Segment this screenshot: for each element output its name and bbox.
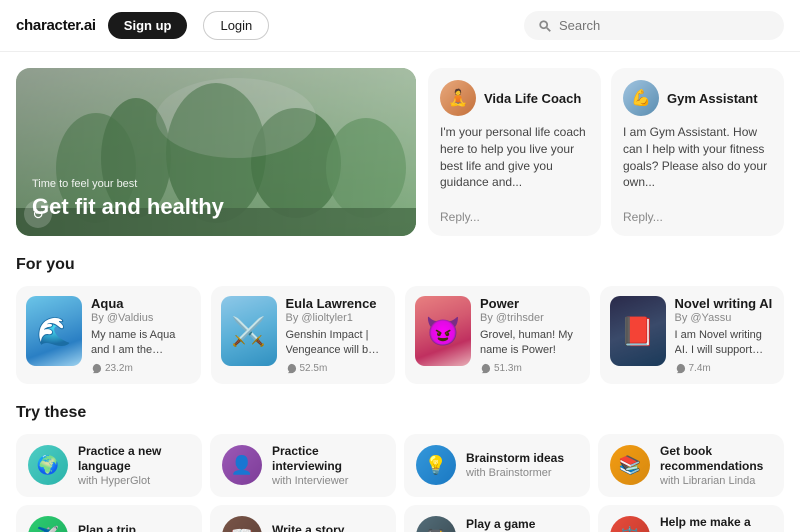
- try-these-title: Try these: [16, 404, 784, 422]
- char-card-aqua[interactable]: 🌊 Aqua By @Valdius My name is Aqua and I…: [16, 286, 201, 384]
- search-bar[interactable]: [524, 11, 784, 40]
- avatar-gym: 💪: [623, 80, 659, 116]
- try-card-name: Play a game: [466, 517, 578, 532]
- power-desc: Grovel, human! My name is Power!: [480, 328, 580, 358]
- try-icon: 💡: [416, 445, 456, 485]
- aqua-name: Aqua: [91, 296, 191, 311]
- vida-desc: I'm your personal life coach here to hel…: [440, 124, 589, 202]
- try-icon: 📚: [610, 445, 650, 485]
- for-you-grid: 🌊 Aqua By @Valdius My name is Aqua and I…: [16, 286, 784, 384]
- try-icon: 🎮: [416, 516, 456, 532]
- try-card-name: Help me make a decision: [660, 515, 772, 532]
- novel-name: Novel writing AI: [675, 296, 775, 311]
- hero-section: Time to feel your best Get fit and healt…: [16, 68, 784, 236]
- vida-reply[interactable]: Reply...: [440, 210, 589, 224]
- try-these-grid: 🌍 Practice a new language with HyperGlot…: [16, 434, 784, 532]
- bubble-icon: [480, 363, 491, 374]
- bubble-icon: [91, 363, 102, 374]
- gym-desc: I am Gym Assistant. How can I help with …: [623, 124, 772, 202]
- try-icon: ✈️: [28, 516, 68, 532]
- char-card-power[interactable]: 😈 Power By @trihsder Grovel, human! My n…: [405, 286, 590, 384]
- power-image: 😈: [415, 296, 471, 366]
- novel-count: 7.4m: [675, 363, 775, 374]
- for-you-title: For you: [16, 256, 784, 274]
- novel-by: By @Yassu: [675, 312, 775, 324]
- try-card-plan-a-trip[interactable]: ✈️ Plan a trip with Trip Planner: [16, 505, 202, 532]
- try-card-practice-interviewin[interactable]: 👤 Practice interviewing with Interviewer: [210, 434, 396, 497]
- try-card-sub: with HyperGlot: [78, 475, 190, 487]
- logo: character.ai: [16, 17, 96, 34]
- gym-name: Gym Assistant: [667, 91, 758, 106]
- try-card-name: Write a story: [272, 523, 384, 532]
- char-card-eula[interactable]: ⚔️ Eula Lawrence By @lioltyler1 Genshin …: [211, 286, 396, 384]
- novel-image: 📕: [610, 296, 666, 366]
- char-card-novel[interactable]: 📕 Novel writing AI By @Yassu I am Novel …: [600, 286, 785, 384]
- try-card-get-book-recommendat[interactable]: 📚 Get book recommendations with Libraria…: [598, 434, 784, 497]
- eula-desc: Genshin Impact | Vengeance will be mine!: [286, 328, 386, 358]
- try-icon: 📖: [222, 516, 262, 532]
- try-card-name: Practice interviewing: [272, 444, 384, 475]
- try-card-name: Plan a trip: [78, 523, 190, 532]
- try-card-name: Get book recommendations: [660, 444, 772, 475]
- bubble-icon: [675, 363, 686, 374]
- hero-title: Get fit and healthy: [32, 194, 224, 220]
- hero-banner[interactable]: Time to feel your best Get fit and healt…: [16, 68, 416, 236]
- try-card-practice-a-new-langu[interactable]: 🌍 Practice a new language with HyperGlot: [16, 434, 202, 497]
- aqua-count: 23.2m: [91, 363, 191, 374]
- hero-card-vida[interactable]: 🧘 Vida Life Coach I'm your personal life…: [428, 68, 601, 236]
- power-count: 51.3m: [480, 363, 580, 374]
- try-icon: 👤: [222, 445, 262, 485]
- gym-reply[interactable]: Reply...: [623, 210, 772, 224]
- try-card-name: Practice a new language: [78, 444, 190, 475]
- signup-button[interactable]: Sign up: [108, 12, 188, 39]
- for-you-section: For you 🌊 Aqua By @Valdius My name is Aq…: [16, 256, 784, 384]
- try-card-brainstorm-ideas[interactable]: 💡 Brainstorm ideas with Brainstormer: [404, 434, 590, 497]
- search-input[interactable]: [559, 18, 770, 33]
- aqua-image: 🌊: [26, 296, 82, 366]
- main-content: Time to feel your best Get fit and healt…: [0, 52, 800, 532]
- search-icon: [538, 19, 552, 33]
- try-icon: ⚖️: [610, 516, 650, 532]
- try-card-sub: with Brainstormer: [466, 467, 578, 479]
- try-card-write-a-story[interactable]: 📖 Write a story with Creative Helper: [210, 505, 396, 532]
- try-card-help-me-make-a-decis[interactable]: ⚖️ Help me make a decision with Decision…: [598, 505, 784, 532]
- try-card-sub: with Librarian Linda: [660, 475, 772, 487]
- hero-cards: 🧘 Vida Life Coach I'm your personal life…: [428, 68, 784, 236]
- eula-name: Eula Lawrence: [286, 296, 386, 311]
- header: character.ai Sign up Login: [0, 0, 800, 52]
- try-icon: 🌍: [28, 445, 68, 485]
- vida-name: Vida Life Coach: [484, 91, 581, 106]
- eula-by: By @lioltyler1: [286, 312, 386, 324]
- eula-count: 52.5m: [286, 363, 386, 374]
- bubble-icon: [286, 363, 297, 374]
- power-by: By @trihsder: [480, 312, 580, 324]
- hero-card-gym[interactable]: 💪 Gym Assistant I am Gym Assistant. How …: [611, 68, 784, 236]
- try-card-sub: with Interviewer: [272, 475, 384, 487]
- hero-subtitle: Time to feel your best: [32, 178, 224, 190]
- try-card-name: Brainstorm ideas: [466, 451, 578, 467]
- try-these-section: Try these 🌍 Practice a new language with…: [16, 404, 784, 532]
- aqua-by: By @Valdius: [91, 312, 191, 324]
- aqua-desc: My name is Aqua and I am the goddess of …: [91, 328, 191, 358]
- avatar-vida: 🧘: [440, 80, 476, 116]
- eula-image: ⚔️: [221, 296, 277, 366]
- login-button[interactable]: Login: [203, 11, 269, 40]
- power-name: Power: [480, 296, 580, 311]
- try-card-play-a-game[interactable]: 🎮 Play a game with Text Adventure Game: [404, 505, 590, 532]
- novel-desc: I am Novel writing AI. I will support yo…: [675, 328, 775, 358]
